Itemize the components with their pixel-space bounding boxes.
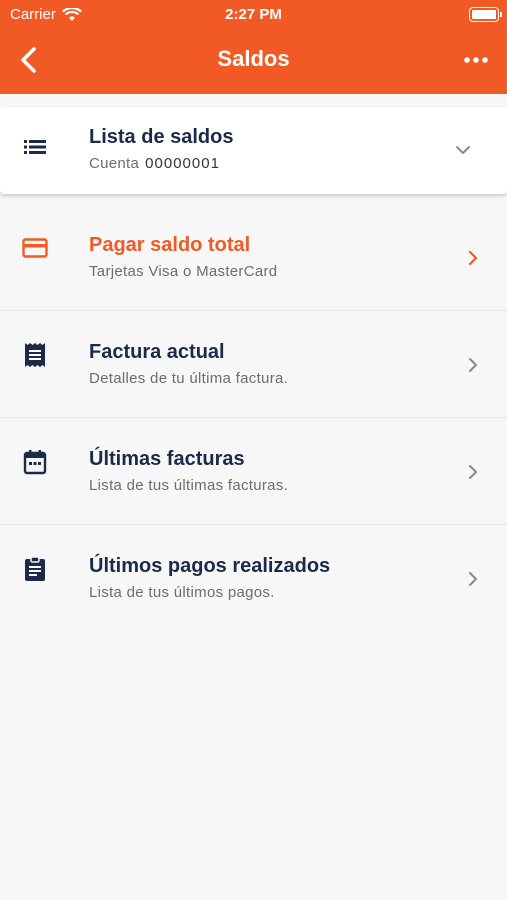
menu-item-subtitle: Detalles de tu última factura. <box>89 370 289 387</box>
account-selector-title: Lista de saldos <box>89 126 234 148</box>
menu-item-subtitle: Lista de tus últimas facturas. <box>89 477 289 494</box>
menu-item-recent-invoices[interactable]: Últimas facturas Lista de tus últimas fa… <box>0 418 507 525</box>
menu-item-title: Pagar saldo total <box>89 234 251 256</box>
chevron-right-icon <box>469 572 477 586</box>
menu-item-recent-payments[interactable]: Últimos pagos realizados Lista de tus úl… <box>0 525 507 632</box>
account-info: Cuenta 00000001 <box>89 155 220 172</box>
chevron-right-icon <box>468 250 478 266</box>
chevron-right-icon <box>469 358 477 372</box>
menu-item-pay-total[interactable]: Pagar saldo total Tarjetas Visa o Master… <box>0 204 507 311</box>
more-options-button[interactable] <box>459 46 493 74</box>
menu-item-subtitle: Tarjetas Visa o MasterCard <box>89 263 278 280</box>
menu-item-title: Últimas facturas <box>89 448 245 470</box>
more-horizontal-icon <box>464 57 488 63</box>
menu-item-current-invoice[interactable]: Factura actual Detalles de tu última fac… <box>0 311 507 418</box>
menu-item-title: Factura actual <box>89 341 225 363</box>
battery-icon <box>469 7 502 22</box>
chevron-down-icon <box>456 146 470 154</box>
menu-item-subtitle: Lista de tus últimos pagos. <box>89 584 275 601</box>
page-title: Saldos <box>217 46 290 71</box>
menu-item-title: Últimos pagos realizados <box>89 555 331 577</box>
receipt-icon <box>22 342 48 368</box>
account-number: 00000001 <box>145 155 220 172</box>
calendar-icon <box>22 449 48 475</box>
clipboard-icon <box>22 556 48 582</box>
account-label: Cuenta <box>89 155 140 172</box>
credit-card-icon <box>22 235 48 261</box>
status-bar: Carrier 2:27 PM <box>0 0 507 30</box>
top-bar: Carrier 2:27 PM Saldos <box>0 0 507 94</box>
status-time: 2:27 PM <box>225 6 282 23</box>
chevron-right-icon <box>469 465 477 479</box>
list-icon <box>22 134 48 160</box>
account-selector[interactable]: Lista de saldos Cuenta 00000001 <box>0 107 507 194</box>
